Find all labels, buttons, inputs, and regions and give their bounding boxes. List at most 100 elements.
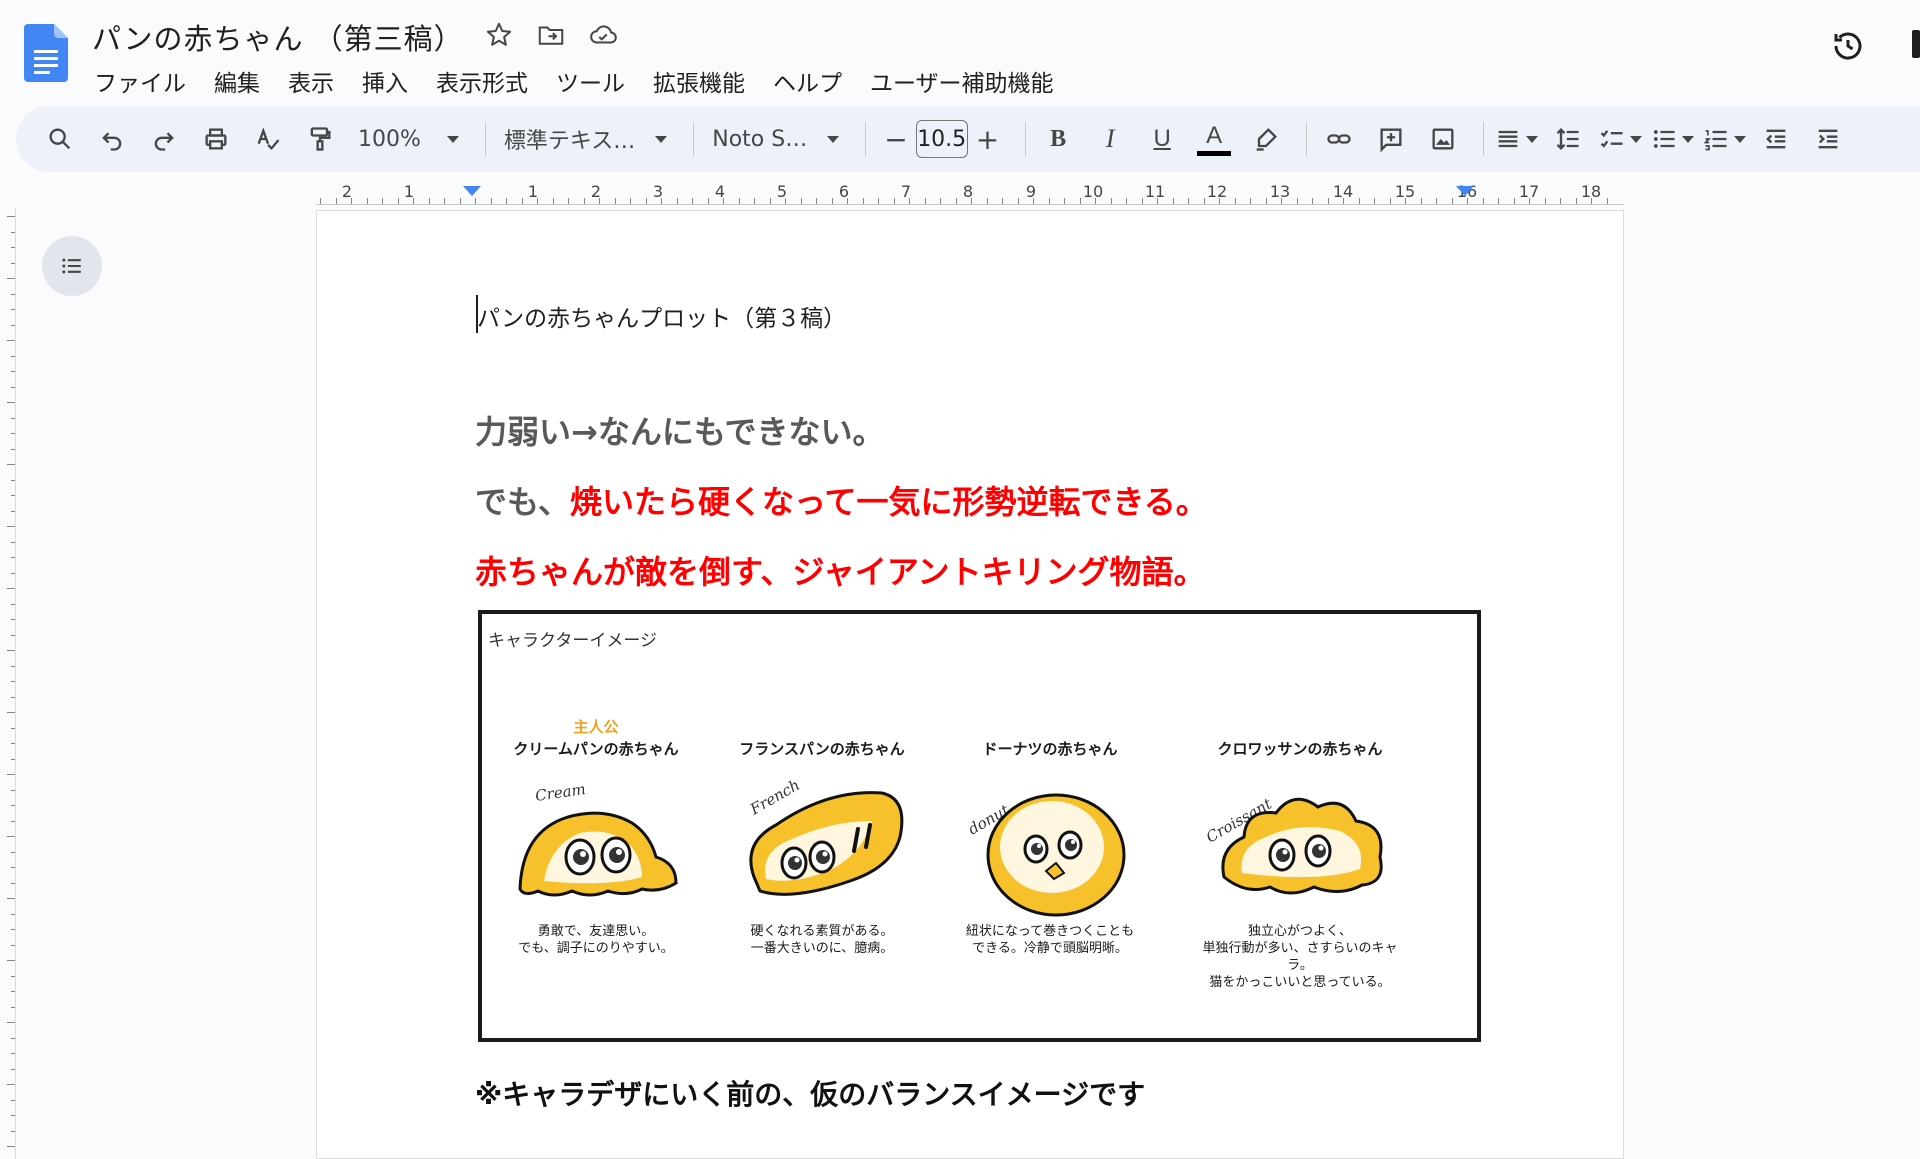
menu-view[interactable]: 表示 bbox=[274, 60, 348, 102]
menu-tools[interactable]: ツール bbox=[542, 60, 639, 102]
undo-button[interactable] bbox=[90, 117, 134, 161]
ruler-tick bbox=[1297, 198, 1298, 204]
ruler-tick bbox=[1529, 198, 1530, 204]
french-bread-illustration: French bbox=[746, 776, 904, 896]
menu-edit[interactable]: 編集 bbox=[200, 60, 274, 102]
print-button[interactable] bbox=[194, 117, 238, 161]
document-title[interactable]: パンの赤ちゃん （第三稿） bbox=[92, 16, 464, 58]
paint-format-button[interactable] bbox=[298, 117, 342, 161]
menu-insert[interactable]: 挿入 bbox=[348, 60, 422, 102]
description-line: でも、調子にのりやすい。 bbox=[518, 941, 674, 956]
ruler-tick bbox=[491, 198, 492, 204]
ruler-tick bbox=[1436, 198, 1437, 204]
increase-indent-button[interactable] bbox=[1806, 117, 1850, 161]
ruler-tick bbox=[615, 198, 616, 204]
document-page[interactable]: パンの赤ちゃんプロット（第３稿） 力弱い→なんにもできない。 でも、焼いたら硬く… bbox=[316, 210, 1624, 1159]
chevron-down-icon bbox=[655, 135, 668, 143]
ruler-tick bbox=[1111, 198, 1112, 204]
menu-file[interactable]: ファイル bbox=[80, 60, 200, 102]
ruler-tick bbox=[568, 198, 569, 204]
underline-button[interactable]: U bbox=[1140, 117, 1184, 161]
ruler-tick bbox=[894, 198, 895, 204]
ruler-tick bbox=[413, 198, 414, 204]
vertical-ruler-tick bbox=[11, 805, 15, 806]
star-icon[interactable] bbox=[484, 20, 514, 50]
ruler-tick bbox=[1390, 198, 1391, 204]
decrease-indent-icon bbox=[1766, 129, 1786, 149]
ruler-tick bbox=[847, 198, 848, 204]
vertical-ruler-tick bbox=[7, 836, 15, 837]
paragraph-style-select[interactable]: 標準テキス… bbox=[496, 117, 675, 161]
highlight-color-button[interactable] bbox=[1244, 117, 1288, 161]
search-menus-button[interactable] bbox=[38, 117, 82, 161]
bulleted-list-button[interactable] bbox=[1650, 117, 1695, 161]
add-comment-button[interactable] bbox=[1369, 117, 1413, 161]
ruler-tick bbox=[506, 198, 507, 204]
vertical-ruler-tick bbox=[11, 1100, 15, 1101]
menu-format[interactable]: 表示形式 bbox=[422, 60, 542, 102]
menu-accessibility[interactable]: ユーザー補助機能 bbox=[856, 60, 1068, 102]
description-line: できる。冷静で頭脳明晰。 bbox=[972, 941, 1128, 956]
docs-logo-icon[interactable] bbox=[24, 24, 68, 82]
character-image-figure[interactable]: キャラクターイメージ 主人公 クリームパンの赤ちゃん Cream 勇敢で、友達思… bbox=[478, 610, 1481, 1042]
vertical-ruler-tick bbox=[11, 728, 15, 729]
left-indent-marker[interactable] bbox=[463, 186, 481, 196]
character-cream-bread: 主人公 クリームパンの赤ちゃん Cream 勇敢で、友達思い。 でも、調子にのり… bbox=[510, 716, 682, 957]
ruler-tick bbox=[1359, 198, 1360, 204]
spellcheck-button[interactable] bbox=[246, 117, 290, 161]
cloud-saved-icon[interactable] bbox=[588, 20, 618, 50]
move-folder-icon[interactable] bbox=[536, 20, 566, 50]
vertical-ruler-tick bbox=[11, 681, 15, 682]
vertical-ruler-tick bbox=[7, 1084, 15, 1085]
zoom-value: 100% bbox=[358, 126, 421, 152]
font-size-input[interactable]: 10.5 bbox=[915, 120, 968, 158]
vertical-ruler-tick bbox=[11, 542, 15, 543]
numbered-list-button[interactable] bbox=[1702, 117, 1747, 161]
ruler-tick bbox=[1235, 198, 1236, 204]
italic-button[interactable]: I bbox=[1088, 117, 1132, 161]
ruler-tick bbox=[1576, 198, 1577, 204]
vertical-ruler-tick bbox=[11, 325, 15, 326]
ruler-number: 13 bbox=[1269, 182, 1291, 201]
increase-font-size-button[interactable]: + bbox=[968, 117, 1007, 161]
paint-format-icon bbox=[310, 127, 331, 151]
body-line-1: 力弱い→なんにもできない。 bbox=[475, 413, 885, 451]
zoom-select[interactable]: 100% bbox=[350, 117, 467, 161]
comments-icon[interactable] bbox=[1912, 30, 1920, 58]
align-button[interactable] bbox=[1494, 117, 1539, 161]
bold-button[interactable]: B bbox=[1036, 117, 1080, 161]
paragraph-style-value: 標準テキス… bbox=[503, 129, 636, 154]
ruler-tick bbox=[599, 198, 600, 204]
ruler-tick bbox=[444, 198, 445, 204]
vertical-ruler[interactable] bbox=[0, 208, 16, 1159]
menu-help[interactable]: ヘルプ bbox=[759, 60, 856, 102]
version-history-icon[interactable] bbox=[1830, 28, 1866, 64]
vertical-ruler-tick bbox=[11, 619, 15, 620]
document-outline-button[interactable] bbox=[42, 236, 102, 296]
vertical-ruler-tick bbox=[7, 1022, 15, 1023]
vertical-ruler-tick bbox=[11, 945, 15, 946]
vertical-ruler-tick bbox=[7, 464, 15, 465]
checklist-button[interactable] bbox=[1598, 117, 1643, 161]
line-spacing-button[interactable] bbox=[1546, 117, 1590, 161]
decrease-indent-button[interactable] bbox=[1754, 117, 1798, 161]
ruler-tick bbox=[351, 198, 352, 204]
redo-button[interactable] bbox=[142, 117, 186, 161]
character-description: 独立心がつよく、 単独行動が多い、さすらいのキャラ。 猫をかっこいいと思っている… bbox=[1190, 923, 1410, 991]
insert-image-button[interactable] bbox=[1421, 117, 1465, 161]
text-color-button[interactable]: A bbox=[1192, 117, 1236, 161]
menu-extensions[interactable]: 拡張機能 bbox=[639, 60, 759, 102]
menu-bar: ファイル 編集 表示 挿入 表示形式 ツール 拡張機能 ヘルプ ユーザー補助機能 bbox=[80, 60, 1068, 102]
font-select[interactable]: Noto S… bbox=[704, 117, 847, 161]
ruler-tick bbox=[1157, 198, 1158, 204]
insert-link-button[interactable] bbox=[1317, 117, 1361, 161]
horizontal-ruler[interactable]: 2 1 1 2 3 4 5 6 7 8 9 10 11 12 13 14 15 … bbox=[0, 176, 1920, 206]
decrease-font-size-button[interactable]: − bbox=[876, 117, 915, 161]
character-name: クロワッサンの赤ちゃん bbox=[1217, 740, 1383, 758]
character-description: 勇敢で、友達思い。 でも、調子にのりやすい。 bbox=[510, 923, 682, 957]
undo-icon bbox=[102, 132, 122, 151]
ruler-baseline bbox=[316, 204, 1624, 205]
ruler-tick bbox=[1343, 198, 1344, 204]
vertical-ruler-tick bbox=[11, 1069, 15, 1070]
right-indent-marker[interactable] bbox=[1456, 186, 1474, 196]
